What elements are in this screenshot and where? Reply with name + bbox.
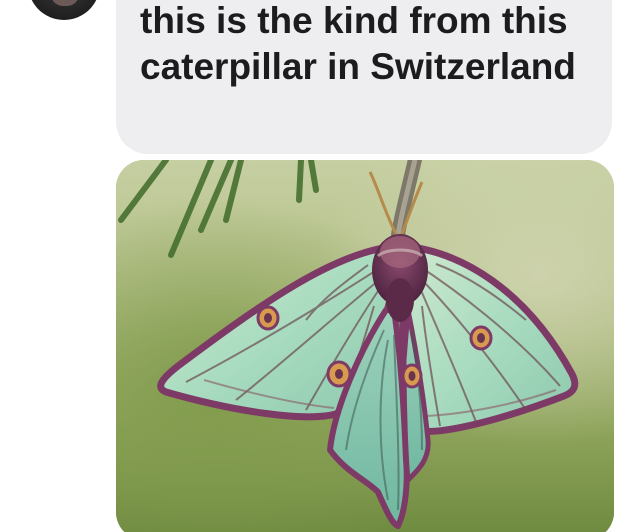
avatar-face [52, 0, 78, 6]
sender-avatar[interactable] [28, 0, 100, 20]
message-text: this is the kind from this caterpillar i… [140, 0, 576, 87]
chat-screen: this is the kind from this caterpillar i… [0, 0, 639, 532]
moth-photo-image [116, 160, 614, 532]
photo-attachment[interactable] [116, 160, 614, 532]
message-bubble[interactable]: this is the kind from this caterpillar i… [116, 0, 612, 154]
